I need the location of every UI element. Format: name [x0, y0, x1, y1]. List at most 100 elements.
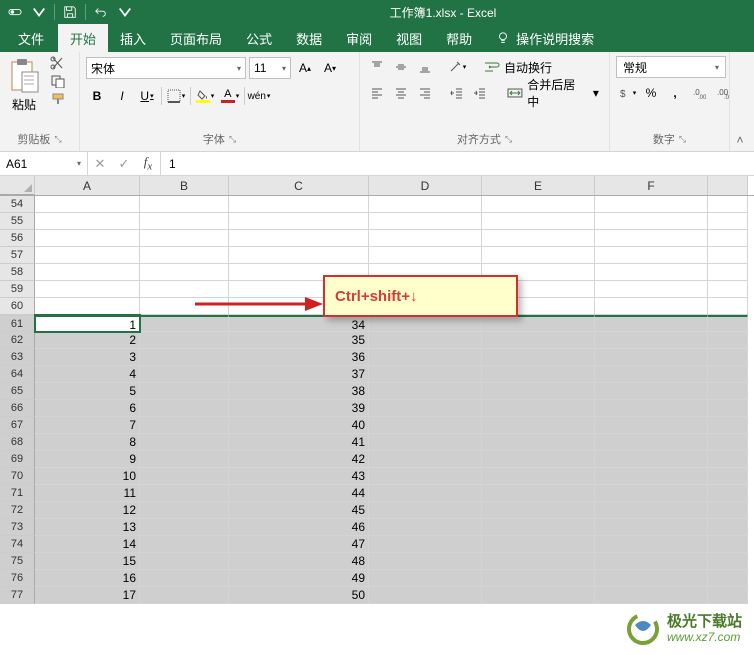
autosave-dropdown[interactable]: [28, 1, 50, 23]
percent-button[interactable]: %: [640, 82, 662, 104]
cell[interactable]: [35, 298, 140, 315]
cell[interactable]: [708, 451, 748, 468]
cell[interactable]: [708, 519, 748, 536]
cell[interactable]: [482, 519, 595, 536]
font-name-select[interactable]: 宋体▾: [86, 57, 246, 79]
cell[interactable]: [482, 213, 595, 230]
cell[interactable]: [595, 332, 708, 349]
cell[interactable]: [595, 247, 708, 264]
col-header-extra[interactable]: [708, 176, 748, 195]
cell[interactable]: [708, 247, 748, 264]
cell[interactable]: [708, 213, 748, 230]
cell[interactable]: [708, 536, 748, 553]
cell[interactable]: [595, 281, 708, 298]
cell[interactable]: [369, 587, 482, 604]
row-header[interactable]: 73: [0, 519, 35, 536]
cell[interactable]: [369, 332, 482, 349]
cell[interactable]: [708, 485, 748, 502]
insert-function-button[interactable]: fx: [136, 152, 160, 175]
align-right-button[interactable]: [414, 82, 436, 104]
menu-file[interactable]: 文件: [4, 24, 58, 52]
cell[interactable]: [595, 502, 708, 519]
cell[interactable]: [595, 230, 708, 247]
cell[interactable]: [482, 400, 595, 417]
italic-button[interactable]: I: [111, 85, 133, 107]
cell[interactable]: [708, 417, 748, 434]
cell[interactable]: [35, 230, 140, 247]
cell[interactable]: 36: [229, 349, 369, 366]
cell[interactable]: 37: [229, 366, 369, 383]
cell[interactable]: [708, 281, 748, 298]
row-header[interactable]: 54: [0, 196, 35, 213]
cell[interactable]: [140, 434, 229, 451]
cell[interactable]: 10: [35, 468, 140, 485]
alignment-launcher[interactable]: ⤡: [505, 134, 512, 145]
increase-indent-button[interactable]: [470, 82, 492, 104]
cell[interactable]: [140, 587, 229, 604]
cell[interactable]: [708, 383, 748, 400]
row-header[interactable]: 75: [0, 553, 35, 570]
cell[interactable]: [140, 332, 229, 349]
cell[interactable]: [35, 247, 140, 264]
cell[interactable]: [482, 417, 595, 434]
cell[interactable]: [708, 366, 748, 383]
cell[interactable]: [482, 553, 595, 570]
cell[interactable]: [708, 298, 748, 315]
menu-data[interactable]: 数据: [284, 24, 334, 52]
row-header[interactable]: 63: [0, 349, 35, 366]
underline-button[interactable]: U▾: [136, 85, 158, 107]
cell[interactable]: 4: [35, 366, 140, 383]
fill-color-button[interactable]: ▾: [194, 85, 216, 107]
cell[interactable]: [482, 247, 595, 264]
cell[interactable]: [369, 570, 482, 587]
copy-button[interactable]: [50, 74, 68, 88]
cell[interactable]: 16: [35, 570, 140, 587]
cell[interactable]: 1: [35, 315, 140, 332]
menu-tell-me[interactable]: 操作说明搜索: [484, 24, 606, 52]
currency-button[interactable]: $▾: [616, 82, 638, 104]
cell[interactable]: [595, 315, 708, 332]
cell[interactable]: [595, 383, 708, 400]
cell[interactable]: [482, 587, 595, 604]
cell[interactable]: [140, 536, 229, 553]
cell[interactable]: [708, 264, 748, 281]
formula-input[interactable]: 1: [161, 157, 754, 171]
cell[interactable]: [595, 485, 708, 502]
cell[interactable]: [595, 264, 708, 281]
cell[interactable]: [369, 196, 482, 213]
cell[interactable]: [369, 230, 482, 247]
cell[interactable]: [595, 434, 708, 451]
select-all-corner[interactable]: [0, 176, 35, 195]
cell[interactable]: [35, 213, 140, 230]
menu-help[interactable]: 帮助: [434, 24, 484, 52]
phonetic-button[interactable]: wén▾: [248, 85, 270, 107]
cell[interactable]: [595, 536, 708, 553]
undo-button[interactable]: [90, 1, 112, 23]
decrease-font-button[interactable]: A▾: [319, 57, 341, 79]
cell[interactable]: [708, 553, 748, 570]
cut-button[interactable]: [50, 56, 68, 70]
cell[interactable]: [140, 281, 229, 298]
cell[interactable]: [595, 213, 708, 230]
cell[interactable]: [482, 570, 595, 587]
cell[interactable]: [140, 570, 229, 587]
cell[interactable]: [140, 383, 229, 400]
cell[interactable]: 44: [229, 485, 369, 502]
cell[interactable]: [369, 213, 482, 230]
cell[interactable]: [369, 315, 482, 332]
cell[interactable]: [369, 536, 482, 553]
row-header[interactable]: 60: [0, 298, 35, 315]
menu-formulas[interactable]: 公式: [234, 24, 284, 52]
cell[interactable]: [369, 383, 482, 400]
cell[interactable]: [482, 434, 595, 451]
cell[interactable]: [482, 468, 595, 485]
cell[interactable]: [140, 417, 229, 434]
row-header[interactable]: 58: [0, 264, 35, 281]
cell[interactable]: [140, 366, 229, 383]
cell[interactable]: [482, 230, 595, 247]
col-header-d[interactable]: D: [369, 176, 482, 195]
menu-insert[interactable]: 插入: [108, 24, 158, 52]
cell[interactable]: 47: [229, 536, 369, 553]
cell[interactable]: 45: [229, 502, 369, 519]
cell[interactable]: [708, 230, 748, 247]
